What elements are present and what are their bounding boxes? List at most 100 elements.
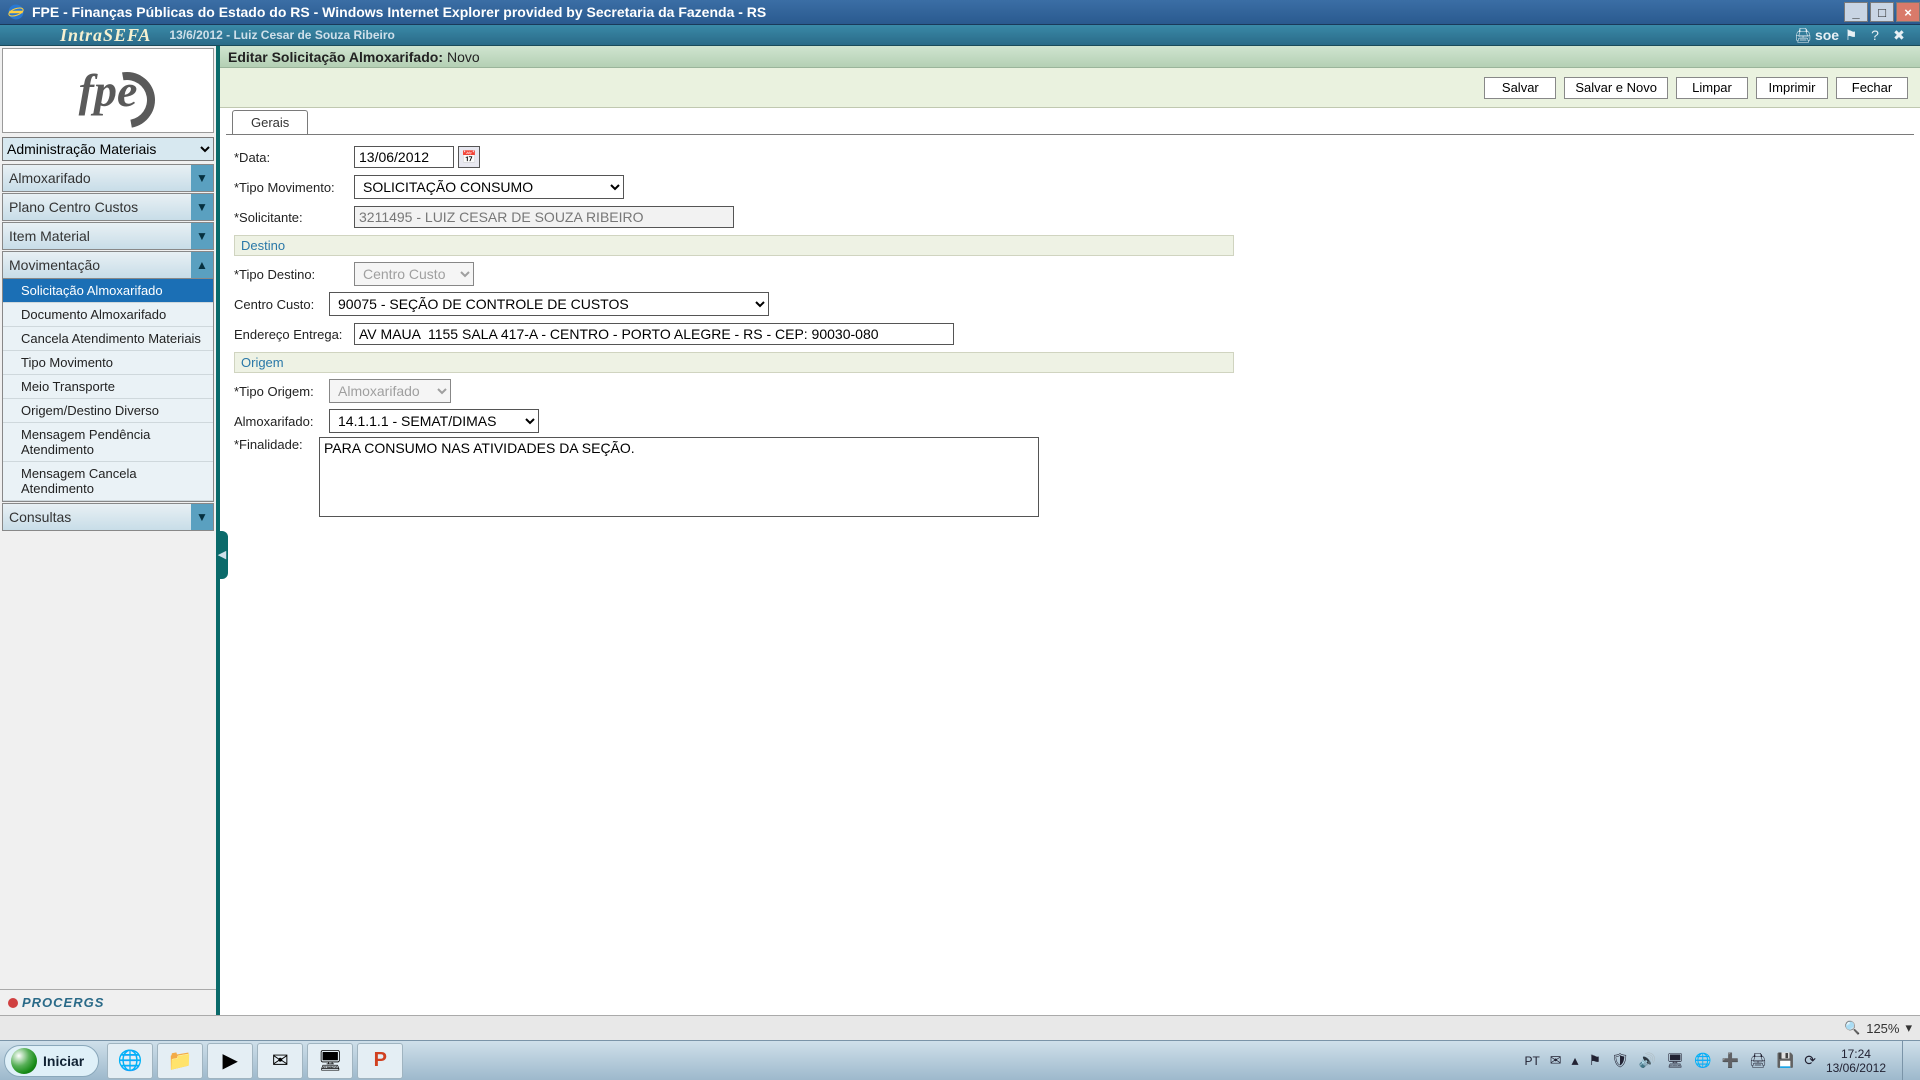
window-title: FPE - Finanças Públicas do Estado do RS … [32,4,766,20]
sidebar-item-consultas[interactable]: Consultas ▼ [2,503,214,531]
flag-icon[interactable]: ⚑ [1842,26,1860,44]
start-button[interactable]: Iniciar [4,1045,99,1077]
page-subheader: Editar Solicitação Almoxarifado: Novo [220,46,1920,68]
sidebar-item-almoxarifado[interactable]: Almoxarifado ▼ [2,164,214,192]
chevron-down-icon: ▼ [191,223,213,249]
updates-tray-icon[interactable]: ⟳ [1804,1052,1816,1069]
module-select[interactable]: Administração Materiais [2,137,214,161]
app-close-icon[interactable]: ✖ [1890,26,1908,44]
mail-tray-icon[interactable]: ✉ [1550,1052,1562,1069]
taskbar-app-icon[interactable]: 🖥 [307,1043,353,1079]
taskbar-explorer-icon[interactable]: 📁 [157,1043,203,1079]
taskbar-pinned: 🌐 📁 ▶ ✉ 🖥 P [107,1043,403,1079]
language-indicator[interactable]: PT [1524,1054,1539,1068]
display-tray-icon[interactable]: 🖥 [1666,1052,1684,1069]
sidebar-item-item-material[interactable]: Item Material ▼ [2,222,214,250]
flag-tray-icon[interactable]: ⚑ [1589,1052,1602,1069]
section-origem: Origem [234,352,1234,373]
ie-icon [6,2,26,22]
finalidade-label: *Finalidade: [234,437,319,452]
window-minimize-button[interactable]: _ [1844,2,1868,22]
data-label: *Data: [234,150,354,165]
chevron-up-icon: ▲ [191,252,213,278]
zoom-icon[interactable]: 🔍 [1844,1020,1860,1036]
data-input[interactable] [354,146,454,168]
solicitante-input [354,206,734,228]
printer-tray-icon[interactable]: 🖨 [1749,1052,1767,1069]
network-tray-icon[interactable]: 🌐 [1694,1052,1711,1069]
centro-custo-select[interactable]: 90075 - SEÇÃO DE CONTROLE DE CUSTOS [329,292,769,316]
content-area: ◀ Editar Solicitação Almoxarifado: Novo … [220,46,1920,1015]
page-title: Editar Solicitação Almoxarifado: [228,49,443,65]
section-destino: Destino [234,235,1234,256]
sidebar-submenu-movimentacao: Solicitação Almoxarifado Documento Almox… [2,279,214,502]
app-brand: IntraSEFA [0,25,169,46]
sidebar-collapse-handle[interactable]: ◀ [216,531,228,579]
endereco-entrega-label: Endereço Entrega: [234,327,354,342]
sidebar-item-mensagem-cancela[interactable]: Mensagem Cancela Atendimento [3,462,213,501]
chevron-down-icon: ▼ [191,194,213,220]
form: *Data: 📅 *Tipo Movimento: SOLICITAÇÃO CO… [220,135,1920,527]
help-icon[interactable]: ? [1866,26,1884,44]
sidebar-item-documento-almoxarifado[interactable]: Documento Almoxarifado [3,303,213,327]
tipo-movimento-label: *Tipo Movimento: [234,180,354,195]
session-info: 13/6/2012 - Luiz Cesar de Souza Ribeiro [169,28,394,42]
chevron-down-icon: ▼ [191,504,213,530]
zoom-dropdown-icon[interactable]: ▾ [1905,1020,1912,1036]
plus-tray-icon[interactable]: ➕ [1722,1052,1739,1069]
taskbar-wmp-icon[interactable]: ▶ [207,1043,253,1079]
tab-gerais[interactable]: Gerais [232,110,308,134]
soe-label[interactable]: soe [1818,26,1836,44]
app-logo: fpe [2,48,214,133]
tipo-movimento-select[interactable]: SOLICITAÇÃO CONSUMO [354,175,624,199]
sidebar-item-mensagem-pendencia[interactable]: Mensagem Pendência Atendimento [3,423,213,462]
endereco-entrega-input[interactable] [354,323,954,345]
window-titlebar: FPE - Finanças Públicas do Estado do RS … [0,0,1920,25]
taskbar-ie-icon[interactable]: 🌐 [107,1043,153,1079]
calendar-icon[interactable]: 📅 [458,146,480,168]
finalidade-textarea[interactable] [319,437,1039,517]
system-tray: PT ✉ ▴ ⚑ 🛡 🔊 🖥 🌐 ➕ 🖨 💾 ⟳ 17:24 13/06/201… [1524,1041,1920,1080]
sidebar: fpe Administração Materiais Almoxarifado… [0,46,220,1015]
windows-orb-icon [11,1048,37,1074]
page-state: Novo [447,49,480,65]
shield-tray-icon[interactable]: 🛡 [1611,1052,1629,1069]
sound-tray-icon[interactable]: 🔊 [1639,1052,1656,1069]
browser-statusbar: 🔍 125% ▾ [0,1015,1920,1040]
taskbar-powerpoint-icon[interactable]: P [357,1043,403,1079]
app-header: IntraSEFA 13/6/2012 - Luiz Cesar de Souz… [0,25,1920,46]
sidebar-item-meio-transporte[interactable]: Meio Transporte [3,375,213,399]
centro-custo-label: Centro Custo: [234,297,329,312]
sidebar-item-movimentacao[interactable]: Movimentação ▲ [2,251,214,279]
window-close-button[interactable]: × [1896,2,1920,22]
almoxarifado-select[interactable]: 14.1.1.1 - SEMAT/DIMAS [329,409,539,433]
sidebar-item-plano-centro-custos[interactable]: Plano Centro Custos ▼ [2,193,214,221]
taskbar-clock[interactable]: 17:24 13/06/2012 [1826,1047,1886,1075]
solicitante-label: *Solicitante: [234,210,354,225]
imprimir-button[interactable]: Imprimir [1756,77,1828,99]
zoom-level[interactable]: 125% [1866,1021,1899,1036]
tipo-origem-select: Almoxarifado [329,379,451,403]
limpar-button[interactable]: Limpar [1676,77,1748,99]
taskbar-outlook-icon[interactable]: ✉ [257,1043,303,1079]
salvar-e-novo-button[interactable]: Salvar e Novo [1564,77,1668,99]
sidebar-footer-brand: PROCERGS [0,989,216,1015]
chevron-down-icon: ▼ [191,165,213,191]
almoxarifado-label: Almoxarifado: [234,414,329,429]
window-maximize-button[interactable]: □ [1870,2,1894,22]
windows-taskbar: Iniciar 🌐 📁 ▶ ✉ 🖥 P PT ✉ ▴ ⚑ 🛡 🔊 🖥 🌐 ➕ 🖨… [0,1040,1920,1080]
action-toolbar: Salvar Salvar e Novo Limpar Imprimir Fec… [220,68,1920,108]
device-tray-icon[interactable]: 💾 [1777,1052,1794,1069]
show-desktop-button[interactable] [1902,1041,1914,1080]
sidebar-item-tipo-movimento[interactable]: Tipo Movimento [3,351,213,375]
sidebar-item-cancela-atendimento-materiais[interactable]: Cancela Atendimento Materiais [3,327,213,351]
tray-chevron-icon[interactable]: ▴ [1572,1052,1579,1069]
tipo-destino-select: Centro Custo [354,262,474,286]
fechar-button[interactable]: Fechar [1836,77,1908,99]
print-icon[interactable]: 🖨 [1794,26,1812,44]
sidebar-item-solicitacao-almoxarifado[interactable]: Solicitação Almoxarifado [3,279,213,303]
salvar-button[interactable]: Salvar [1484,77,1556,99]
tipo-destino-label: *Tipo Destino: [234,267,354,282]
tipo-origem-label: *Tipo Origem: [234,384,329,399]
sidebar-item-origem-destino-diverso[interactable]: Origem/Destino Diverso [3,399,213,423]
